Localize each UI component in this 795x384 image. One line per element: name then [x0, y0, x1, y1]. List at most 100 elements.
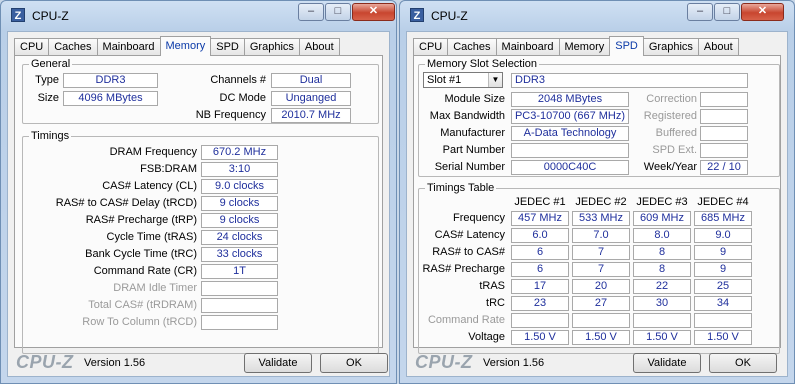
- maximize-button[interactable]: □: [714, 3, 740, 21]
- timing-value: 3:10: [201, 162, 278, 177]
- cpuz-window-memory: Z CPU-Z – □ ✕ CPU Caches Mainboard Memor…: [0, 0, 397, 384]
- timing-cell: [572, 313, 630, 328]
- close-button[interactable]: ✕: [741, 3, 784, 21]
- memory-panel: General Type DDR3 Size 4096 MBytes Chann…: [14, 55, 383, 354]
- timing-value: [201, 298, 278, 313]
- spd-ext-value: [700, 143, 748, 158]
- timing-value: 670.2 MHz: [201, 145, 278, 160]
- jedec-column-header: JEDEC #3: [636, 196, 688, 208]
- tab-strip: CPU Caches Mainboard Memory SPD Graphics…: [14, 36, 340, 56]
- timing-row-label: Command Rate: [427, 314, 505, 326]
- timing-cell: 27: [572, 296, 630, 311]
- footer: CPU-Z Version 1.56 Validate OK: [407, 348, 787, 376]
- tab-about[interactable]: About: [697, 38, 739, 56]
- timings-table-label: Timings Table: [425, 182, 497, 194]
- cpuz-app-icon: Z: [11, 8, 25, 22]
- footer: CPU-Z Version 1.56 Validate OK: [8, 348, 389, 376]
- timing-row-label: tRAS: [479, 280, 505, 292]
- timing-cell: 8: [633, 245, 691, 260]
- timing-label: FSB:DRAM: [140, 163, 197, 175]
- buffered-label: Buffered: [655, 127, 697, 139]
- window-title: CPU-Z: [32, 9, 69, 23]
- correction-label: Correction: [646, 93, 697, 105]
- general-group: General Type DDR3 Size 4096 MBytes Chann…: [22, 58, 379, 124]
- buffered-value: [700, 126, 748, 141]
- part-number-label: Part Number: [442, 144, 505, 156]
- maximize-button[interactable]: □: [325, 3, 351, 21]
- max-bandwidth-value: PC3-10700 (667 MHz): [511, 109, 629, 124]
- nb-frequency-label: NB Frequency: [195, 109, 266, 121]
- registered-value: [700, 109, 748, 124]
- validate-button[interactable]: Validate: [633, 353, 701, 373]
- timing-row-label: RAS# Precharge: [422, 263, 505, 275]
- timing-cell: 17: [511, 279, 569, 294]
- dcmode-label: DC Mode: [219, 92, 266, 104]
- tab-caches[interactable]: Caches: [447, 38, 497, 56]
- timing-cell: 7: [572, 245, 630, 260]
- cpuz-brand-logo: CPU-Z: [415, 352, 473, 372]
- tab-mainboard[interactable]: Mainboard: [495, 38, 560, 56]
- slot-select[interactable]: Slot #1 ▼: [423, 72, 503, 88]
- type-value: DDR3: [63, 73, 158, 88]
- timing-cell: 20: [572, 279, 630, 294]
- tab-graphics[interactable]: Graphics: [642, 38, 699, 56]
- minimize-button[interactable]: –: [687, 3, 713, 21]
- validate-button[interactable]: Validate: [244, 353, 312, 373]
- timing-cell: [694, 313, 752, 328]
- window-title: CPU-Z: [431, 9, 468, 23]
- serial-number-value: 0000C40C: [511, 160, 629, 175]
- timing-cell: 6: [511, 262, 569, 277]
- slot-select-value: Slot #1: [427, 74, 462, 86]
- timing-cell: 1.50 V: [572, 330, 630, 345]
- tab-spd[interactable]: SPD: [609, 36, 644, 56]
- general-group-label: General: [29, 58, 73, 70]
- spd-panel: Memory Slot Selection Slot #1 ▼ DDR3 Mod…: [413, 55, 781, 354]
- timing-row-label: Voltage: [468, 331, 505, 343]
- timing-cell: 9: [694, 262, 752, 277]
- channels-label: Channels #: [210, 74, 266, 86]
- chevron-down-icon[interactable]: ▼: [488, 73, 502, 87]
- channels-value: Dual: [271, 73, 351, 88]
- timing-row-label: tRC: [486, 297, 505, 309]
- timing-cell: 8.0: [633, 228, 691, 243]
- size-value: 4096 MBytes: [63, 91, 158, 106]
- timing-label: Row To Column (tRCD): [82, 316, 197, 328]
- timing-label: Bank Cycle Time (tRC): [85, 248, 197, 260]
- ok-button[interactable]: OK: [320, 353, 388, 373]
- title-bar[interactable]: Z CPU-Z – □ ✕: [400, 1, 794, 29]
- timing-cell: 457 MHz: [511, 211, 569, 226]
- timing-label: CAS# Latency (CL): [102, 180, 197, 192]
- dcmode-value: Unganged: [271, 91, 351, 106]
- timings-group-label: Timings: [29, 130, 72, 142]
- manufacturer-label: Manufacturer: [440, 127, 505, 139]
- tab-about[interactable]: About: [298, 38, 340, 56]
- timing-cell: 30: [633, 296, 691, 311]
- timing-row-label: RAS# to CAS#: [432, 246, 505, 258]
- ok-button[interactable]: OK: [709, 353, 777, 373]
- size-label: Size: [37, 92, 59, 104]
- timing-value: 9 clocks: [201, 196, 278, 211]
- tab-graphics[interactable]: Graphics: [243, 38, 300, 56]
- tab-caches[interactable]: Caches: [48, 38, 98, 56]
- tab-cpu[interactable]: CPU: [413, 38, 449, 56]
- module-size-value: 2048 MBytes: [511, 92, 629, 107]
- timing-cell: 23: [511, 296, 569, 311]
- timing-cell: 685 MHz: [694, 211, 752, 226]
- timing-value: [201, 281, 278, 296]
- timing-label: Command Rate (CR): [93, 265, 197, 277]
- tab-spd[interactable]: SPD: [210, 38, 245, 56]
- memory-slot-group: Memory Slot Selection Slot #1 ▼ DDR3 Mod…: [418, 58, 780, 177]
- tab-memory[interactable]: Memory: [558, 38, 611, 56]
- tab-cpu[interactable]: CPU: [14, 38, 50, 56]
- tab-mainboard[interactable]: Mainboard: [96, 38, 161, 56]
- spd-ext-label: SPD Ext.: [652, 144, 697, 156]
- registered-label: Registered: [643, 110, 697, 122]
- serial-number-label: Serial Number: [434, 161, 505, 173]
- nb-frequency-value: 2010.7 MHz: [271, 108, 351, 123]
- tab-memory[interactable]: Memory: [159, 36, 212, 56]
- tab-strip: CPU Caches Mainboard Memory SPD Graphics…: [413, 36, 739, 56]
- close-button[interactable]: ✕: [352, 3, 395, 21]
- minimize-button[interactable]: –: [298, 3, 324, 21]
- timing-cell: 34: [694, 296, 752, 311]
- title-bar[interactable]: Z CPU-Z – □ ✕: [1, 1, 396, 29]
